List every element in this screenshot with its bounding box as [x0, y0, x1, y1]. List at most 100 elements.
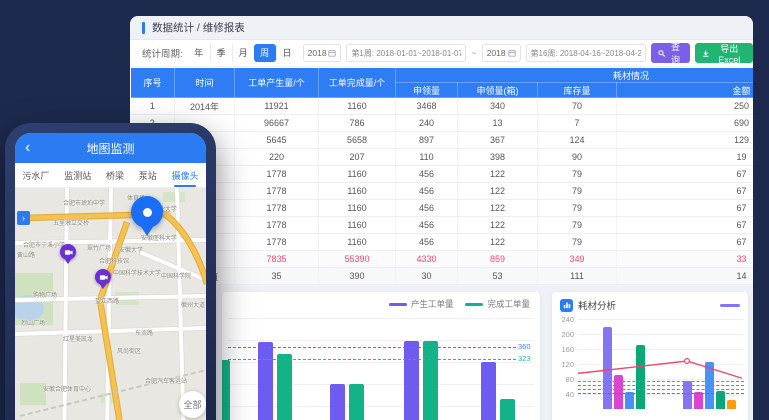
- bar-completed: [423, 341, 438, 420]
- table-cell: 690: [617, 115, 754, 132]
- phone-page-title: 地图监测: [86, 140, 134, 157]
- export-excel-button[interactable]: 导出Excel: [695, 43, 753, 63]
- start-week-input[interactable]: [346, 44, 466, 62]
- column-header-consumables-group: 耗材情况: [396, 68, 754, 83]
- period-option[interactable]: 年: [188, 44, 210, 62]
- table-cell: 250: [617, 98, 754, 115]
- search-icon: [658, 49, 665, 58]
- reference-line-label: 360: [518, 342, 538, 351]
- phone-screen: ‹ 地图监测 污水厂监测站桥梁泵站摄像头: [15, 133, 206, 420]
- table-body: 12014年1192111603468340702502966677862401…: [131, 98, 754, 285]
- table-cell: 456: [396, 234, 458, 251]
- consumables-chart-card: 耗材分析 2402001601208040: [552, 292, 748, 420]
- back-icon[interactable]: ‹: [25, 134, 30, 162]
- camera-marker[interactable]: [60, 244, 76, 264]
- pin-dot: [143, 208, 152, 217]
- screenshot-canvas: 数据统计 / 维修报表 统计周期: 年季月周日 2018 ~ 2018 查询 导: [0, 0, 769, 420]
- all-filter-button[interactable]: 全部: [179, 391, 206, 418]
- period-option[interactable]: 周: [254, 44, 276, 62]
- table-cell: 349: [538, 251, 617, 268]
- map-label: 徽州大道: [181, 300, 205, 309]
- table-cell: 11921: [235, 98, 319, 115]
- table-cell: 67: [617, 234, 754, 251]
- table-cell: 1160: [319, 183, 396, 200]
- table-row: 7177811604561227967: [131, 200, 754, 217]
- phone-tab-泵站[interactable]: 泵站: [139, 163, 157, 187]
- table-cell: 220: [235, 149, 319, 166]
- dashboard-window: 数据统计 / 维修报表 统计周期: 年季月周日 2018 ~ 2018 查询 导: [130, 16, 753, 420]
- table-cell: 55390: [319, 251, 396, 268]
- reference-line: [578, 393, 744, 394]
- table-cell: 456: [396, 217, 458, 234]
- phone-tab-摄像头[interactable]: 摄像头: [172, 163, 199, 187]
- map-label: 翠竹广场: [87, 243, 111, 252]
- map-label: 五里墩立交桥: [53, 218, 89, 227]
- calendar-icon: [508, 49, 516, 57]
- map-label: 黄山路: [17, 250, 35, 259]
- table-row: 9177811604561227967: [131, 234, 754, 251]
- camera-marker[interactable]: [95, 269, 111, 289]
- end-year-value: 2018: [487, 48, 506, 58]
- column-header-completed: 工单完成量/个: [319, 68, 396, 98]
- consumable-bar: [727, 400, 736, 409]
- phone-tab-污水厂[interactable]: 污水厂: [22, 163, 49, 187]
- query-button-label: 查询: [668, 40, 683, 66]
- map-label: 风尚街区: [117, 346, 141, 355]
- table-cell: 2014年: [175, 98, 235, 115]
- table-cell: 1160: [319, 234, 396, 251]
- map-label: 安徽合肥体育中心: [43, 384, 91, 393]
- table-cell: 122: [458, 166, 538, 183]
- y-axis-tick: 200: [552, 330, 574, 339]
- column-header-time: 时间: [175, 68, 235, 98]
- breadcrumb-text: 数据统计 / 维修报表: [152, 20, 245, 35]
- start-year-select[interactable]: 2018: [303, 44, 342, 62]
- table-cell: 340: [458, 98, 538, 115]
- table-row: 12014年119211160346834070250: [131, 98, 754, 115]
- pin-tail: [140, 225, 154, 236]
- end-year-select[interactable]: 2018: [482, 44, 521, 62]
- map-label: 中国科学技术大学: [113, 268, 161, 277]
- table-cell: 30: [396, 268, 458, 285]
- table-cell: 67: [617, 166, 754, 183]
- phone-header: ‹ 地图监测: [15, 133, 206, 163]
- range-separator: ~: [471, 48, 476, 58]
- bar-created: [258, 342, 273, 420]
- query-button[interactable]: 查询: [651, 43, 690, 63]
- table-cell: 897: [396, 132, 458, 149]
- end-week-input[interactable]: [526, 44, 646, 62]
- map-label: 烈山广场: [21, 318, 45, 327]
- y-axis-tick: 40: [552, 390, 574, 399]
- table-cell: 129: [617, 132, 754, 149]
- table-cell: 122: [458, 234, 538, 251]
- map-label: 合肥市琥珀中学: [63, 198, 105, 207]
- breadcrumb: 数据统计 / 维修报表: [130, 16, 753, 40]
- selected-location-pin[interactable]: [131, 196, 163, 236]
- pin-head: [131, 196, 163, 228]
- table-cell: 859: [458, 251, 538, 268]
- phone-tab-监测站[interactable]: 监测站: [64, 163, 91, 187]
- table-cell: 4330: [396, 251, 458, 268]
- start-year-value: 2018: [308, 48, 327, 58]
- period-option[interactable]: 季: [210, 44, 232, 62]
- map-view[interactable]: › 合肥市琥珀中学体育场安徽农业大学五里墩立交桥合肥市宁溪小学翠竹广场安徽大学安…: [15, 188, 206, 420]
- map-label: 安徽大学: [119, 245, 143, 254]
- column-header-created: 工单产生量/个: [235, 68, 319, 98]
- column-header-index: 序号: [131, 68, 175, 98]
- panel-expander-icon[interactable]: ›: [17, 211, 30, 225]
- period-option[interactable]: 月: [232, 44, 254, 62]
- period-segments: 年季月周日: [188, 44, 298, 62]
- table-cell: 111: [538, 268, 617, 285]
- y-axis-tick: 240: [552, 315, 574, 324]
- bar-completed: [500, 399, 515, 420]
- table-cell: 1160: [319, 166, 396, 183]
- table-cell: 367: [458, 132, 538, 149]
- period-option[interactable]: 日: [276, 44, 298, 62]
- column-subheader: 申领量(箱): [458, 83, 538, 98]
- table-cell: 1160: [319, 98, 396, 115]
- phone-tab-桥梁[interactable]: 桥梁: [106, 163, 124, 187]
- consumable-bar: [636, 345, 645, 409]
- table-cell: 122: [458, 217, 538, 234]
- map-label: 购物广场: [33, 290, 57, 299]
- column-subheader: 库存量: [538, 83, 617, 98]
- table-row: 356455658897367124129: [131, 132, 754, 149]
